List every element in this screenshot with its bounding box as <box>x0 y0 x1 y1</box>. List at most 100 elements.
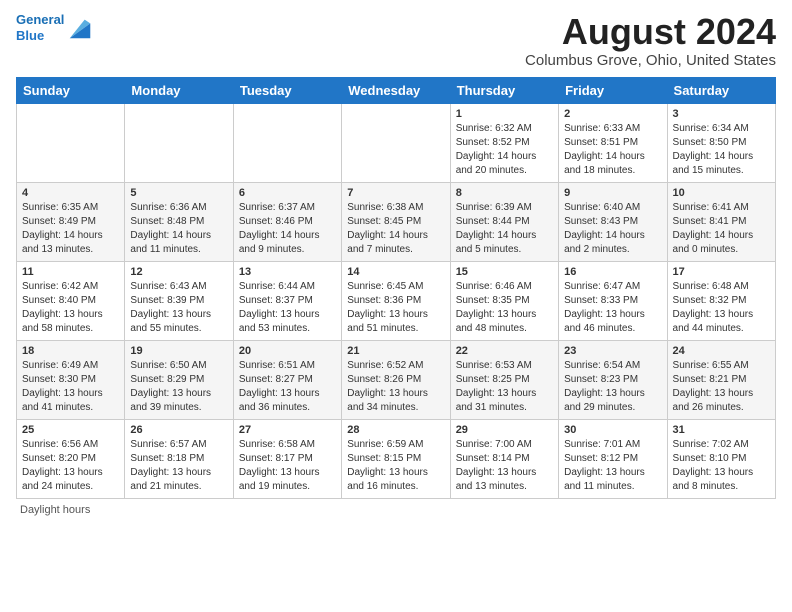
week-row-3: 11Sunrise: 6:42 AMSunset: 8:40 PMDayligh… <box>17 261 776 340</box>
day-number: 23 <box>564 345 661 357</box>
day-info: Sunrise: 6:48 AMSunset: 8:32 PMDaylight:… <box>673 280 770 336</box>
day-number: 18 <box>22 345 119 357</box>
day-info: Sunrise: 6:54 AMSunset: 8:23 PMDaylight:… <box>564 359 661 415</box>
day-number: 1 <box>456 108 553 120</box>
day-number: 4 <box>22 187 119 199</box>
day-info: Sunrise: 7:02 AMSunset: 8:10 PMDaylight:… <box>673 438 770 494</box>
calendar-cell: 11Sunrise: 6:42 AMSunset: 8:40 PMDayligh… <box>17 261 125 340</box>
day-info: Sunrise: 6:55 AMSunset: 8:21 PMDaylight:… <box>673 359 770 415</box>
logo: General Blue <box>16 12 94 43</box>
month-title: August 2024 <box>525 12 776 52</box>
calendar-cell: 28 Sunrise: 6:59 AMSunset: 8:15 PMDayligh… <box>342 419 450 498</box>
day-number: 2 <box>564 108 661 120</box>
calendar-cell: 21Sunrise: 6:52 AMSunset: 8:26 PMDayligh… <box>342 340 450 419</box>
day-number: 30 <box>564 424 661 436</box>
week-row-2: 4 Sunrise: 6:35 AMSunset: 8:49 PMDaylight… <box>17 182 776 261</box>
calendar-cell: 14 Sunrise: 6:45 AMSunset: 8:36 PMDayligh… <box>342 261 450 340</box>
calendar-table: SundayMondayTuesdayWednesdayThursdayFrid… <box>16 77 776 499</box>
day-number: 31 <box>673 424 770 436</box>
calendar-cell: 10Sunrise: 6:41 AMSunset: 8:41 PMDayligh… <box>667 182 775 261</box>
day-number: 3 <box>673 108 770 120</box>
calendar-cell: 25 Sunrise: 6:56 AMSunset: 8:20 PMDayligh… <box>17 419 125 498</box>
day-number: 9 <box>564 187 661 199</box>
day-number: 14 <box>347 266 444 278</box>
day-info: Sunrise: 6:43 AMSunset: 8:39 PMDaylight:… <box>130 280 227 336</box>
day-info: Sunrise: 6:36 AMSunset: 8:48 PMDaylight:… <box>130 201 227 257</box>
calendar-cell: 3 Sunrise: 6:34 AMSunset: 8:50 PMDaylight… <box>667 103 775 182</box>
week-row-5: 25 Sunrise: 6:56 AMSunset: 8:20 PMDayligh… <box>17 419 776 498</box>
day-info: Sunrise: 7:00 AMSunset: 8:14 PMDaylight:… <box>456 438 553 494</box>
day-number: 16 <box>564 266 661 278</box>
day-info: Sunrise: 6:45 AMSunset: 8:36 PMDaylight:… <box>347 280 444 336</box>
day-number: 27 <box>239 424 336 436</box>
day-info: Sunrise: 6:33 AMSunset: 8:51 PMDaylight:… <box>564 122 661 178</box>
calendar-cell <box>233 103 341 182</box>
calendar-cell: 17 Sunrise: 6:48 AMSunset: 8:32 PMDayligh… <box>667 261 775 340</box>
day-number: 7 <box>347 187 444 199</box>
day-number: 29 <box>456 424 553 436</box>
day-info: Sunrise: 6:59 AMSunset: 8:15 PMDaylight:… <box>347 438 444 494</box>
day-number: 20 <box>239 345 336 357</box>
day-info: Sunrise: 6:39 AMSunset: 8:44 PMDaylight:… <box>456 201 553 257</box>
location-title: Columbus Grove, Ohio, United States <box>525 52 776 69</box>
day-info: Sunrise: 6:56 AMSunset: 8:20 PMDaylight:… <box>22 438 119 494</box>
page: General Blue August 2024 Columbus Grove,… <box>0 0 792 524</box>
day-info: Sunrise: 6:44 AMSunset: 8:37 PMDaylight:… <box>239 280 336 336</box>
day-info: Sunrise: 7:01 AMSunset: 8:12 PMDaylight:… <box>564 438 661 494</box>
header: General Blue August 2024 Columbus Grove,… <box>16 12 776 69</box>
col-header-thursday: Thursday <box>450 77 558 103</box>
day-info: Sunrise: 6:49 AMSunset: 8:30 PMDaylight:… <box>22 359 119 415</box>
day-number: 25 <box>22 424 119 436</box>
title-area: August 2024 Columbus Grove, Ohio, United… <box>525 12 776 69</box>
calendar-cell: 15Sunrise: 6:46 AMSunset: 8:35 PMDayligh… <box>450 261 558 340</box>
calendar-cell: 1 Sunrise: 6:32 AMSunset: 8:52 PMDaylight… <box>450 103 558 182</box>
day-number: 26 <box>130 424 227 436</box>
day-info: Sunrise: 6:35 AMSunset: 8:49 PMDaylight:… <box>22 201 119 257</box>
col-header-friday: Friday <box>559 77 667 103</box>
day-info: Sunrise: 6:57 AMSunset: 8:18 PMDaylight:… <box>130 438 227 494</box>
day-number: 13 <box>239 266 336 278</box>
week-row-1: 1 Sunrise: 6:32 AMSunset: 8:52 PMDaylight… <box>17 103 776 182</box>
day-info: Sunrise: 6:53 AMSunset: 8:25 PMDaylight:… <box>456 359 553 415</box>
day-info: Sunrise: 6:51 AMSunset: 8:27 PMDaylight:… <box>239 359 336 415</box>
day-number: 21 <box>347 345 444 357</box>
day-number: 5 <box>130 187 227 199</box>
col-header-saturday: Saturday <box>667 77 775 103</box>
calendar-cell: 13 Sunrise: 6:44 AMSunset: 8:37 PMDayligh… <box>233 261 341 340</box>
col-header-monday: Monday <box>125 77 233 103</box>
day-number: 11 <box>22 266 119 278</box>
week-row-4: 18 Sunrise: 6:49 AMSunset: 8:30 PMDayligh… <box>17 340 776 419</box>
day-info: Sunrise: 6:41 AMSunset: 8:41 PMDaylight:… <box>673 201 770 257</box>
calendar-cell: 8 Sunrise: 6:39 AMSunset: 8:44 PMDaylight… <box>450 182 558 261</box>
calendar-cell <box>125 103 233 182</box>
calendar-cell <box>17 103 125 182</box>
day-info: Sunrise: 6:58 AMSunset: 8:17 PMDaylight:… <box>239 438 336 494</box>
logo-text: General Blue <box>16 12 64 43</box>
calendar-cell: 9Sunrise: 6:40 AMSunset: 8:43 PMDaylight… <box>559 182 667 261</box>
calendar-cell: 2 Sunrise: 6:33 AMSunset: 8:51 PMDaylight… <box>559 103 667 182</box>
day-info: Sunrise: 6:38 AMSunset: 8:45 PMDaylight:… <box>347 201 444 257</box>
calendar-cell: 23 Sunrise: 6:54 AMSunset: 8:23 PMDayligh… <box>559 340 667 419</box>
day-number: 17 <box>673 266 770 278</box>
day-number: 22 <box>456 345 553 357</box>
calendar-cell: 24Sunrise: 6:55 AMSunset: 8:21 PMDayligh… <box>667 340 775 419</box>
day-number: 8 <box>456 187 553 199</box>
calendar-cell: 26 Sunrise: 6:57 AMSunset: 8:18 PMDayligh… <box>125 419 233 498</box>
day-number: 28 <box>347 424 444 436</box>
day-info: Sunrise: 6:34 AMSunset: 8:50 PMDaylight:… <box>673 122 770 178</box>
calendar-cell: 29 Sunrise: 7:00 AMSunset: 8:14 PMDayligh… <box>450 419 558 498</box>
col-header-wednesday: Wednesday <box>342 77 450 103</box>
day-info: Sunrise: 6:32 AMSunset: 8:52 PMDaylight:… <box>456 122 553 178</box>
day-number: 12 <box>130 266 227 278</box>
day-info: Sunrise: 6:50 AMSunset: 8:29 PMDaylight:… <box>130 359 227 415</box>
day-number: 15 <box>456 266 553 278</box>
day-number: 19 <box>130 345 227 357</box>
calendar-cell: 12 Sunrise: 6:43 AMSunset: 8:39 PMDayligh… <box>125 261 233 340</box>
day-number: 6 <box>239 187 336 199</box>
day-info: Sunrise: 6:47 AMSunset: 8:33 PMDaylight:… <box>564 280 661 336</box>
calendar-cell: 4 Sunrise: 6:35 AMSunset: 8:49 PMDaylight… <box>17 182 125 261</box>
calendar-cell: 27 Sunrise: 6:58 AMSunset: 8:17 PMDayligh… <box>233 419 341 498</box>
day-info: Sunrise: 6:37 AMSunset: 8:46 PMDaylight:… <box>239 201 336 257</box>
col-header-sunday: Sunday <box>17 77 125 103</box>
calendar-cell: 20 Sunrise: 6:51 AMSunset: 8:27 PMDayligh… <box>233 340 341 419</box>
